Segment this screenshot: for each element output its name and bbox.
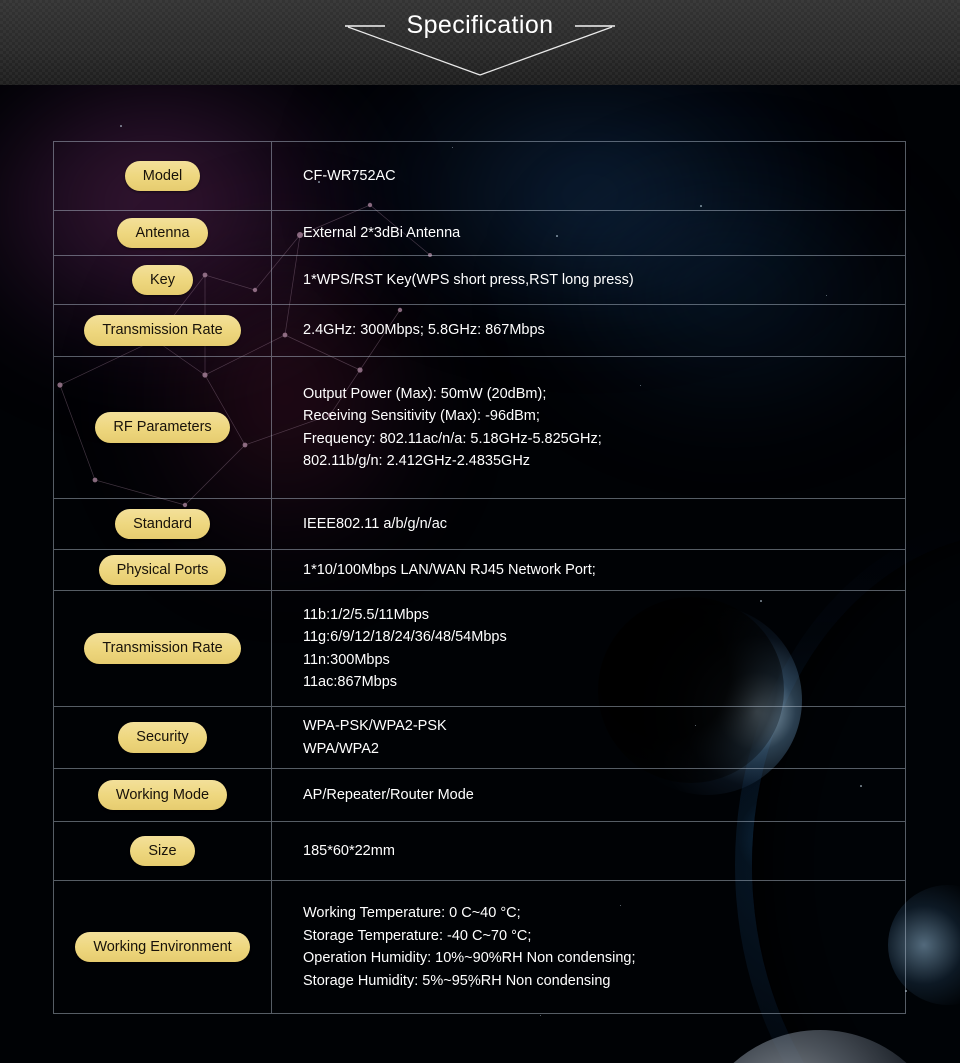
spec-label-cell: Working Mode bbox=[54, 769, 272, 821]
spec-label-pill: Model bbox=[124, 160, 201, 192]
spec-label-cell: RF Parameters bbox=[54, 357, 272, 498]
spec-label-cell: Transmission Rate bbox=[54, 305, 272, 356]
spec-label-cell: Standard bbox=[54, 499, 272, 549]
spec-value-cell: External 2*3dBi Antenna bbox=[303, 224, 461, 241]
table-row: Model CF-WR752AC bbox=[54, 142, 905, 211]
page-title: Specification bbox=[406, 11, 554, 39]
spec-label-pill: Working Environment bbox=[75, 931, 250, 963]
table-row: RF Parameters Output Power (Max): 50mW (… bbox=[54, 357, 905, 499]
spec-label-cell: Antenna bbox=[54, 211, 272, 255]
spec-label-cell: Transmission Rate bbox=[54, 591, 272, 706]
spec-label-pill: RF Parameters bbox=[95, 412, 230, 443]
spec-label-pill: Working Mode bbox=[97, 779, 228, 811]
spec-label-pill: Security bbox=[118, 722, 207, 753]
spec-value-cell: 185*60*22mm bbox=[303, 842, 395, 859]
spec-label-cell: Security bbox=[54, 707, 272, 768]
spec-value-cell: 1*10/100Mbps LAN/WAN RJ45 Network Port; bbox=[303, 561, 596, 578]
spec-label-cell: Model bbox=[54, 142, 272, 210]
specification-page: Specification Model CF-WR752AC Antenna E… bbox=[0, 0, 960, 1063]
header-band: Specification bbox=[0, 0, 960, 85]
spec-label-pill: Transmission Rate bbox=[84, 633, 241, 664]
spec-value-cell: IEEE802.11 a/b/g/n/ac bbox=[303, 515, 448, 532]
table-row: Key 1*WPS/RST Key(WPS short press,RST lo… bbox=[54, 256, 905, 305]
spec-value-cell: WPA-PSK/WPA2-PSK WPA/WPA2 bbox=[303, 718, 447, 757]
spec-label-pill: Antenna bbox=[117, 217, 208, 249]
specification-table: Model CF-WR752AC Antenna External 2*3dBi… bbox=[53, 141, 906, 1014]
table-row: Working Environment Working Temperature:… bbox=[54, 881, 905, 1014]
spec-value-cell: 11b:1/2/5.5/11Mbps 11g:6/9/12/18/24/36/4… bbox=[303, 606, 507, 691]
spec-label-pill: Key bbox=[132, 264, 193, 296]
spec-label-pill: Transmission Rate bbox=[84, 315, 241, 346]
spec-value-cell: AP/Repeater/Router Mode bbox=[303, 786, 474, 803]
spec-value-cell: Output Power (Max): 50mW (20dBm); Receiv… bbox=[303, 385, 602, 470]
table-row: Security WPA-PSK/WPA2-PSK WPA/WPA2 bbox=[54, 707, 905, 769]
spec-value-cell: 2.4GHz: 300Mbps; 5.8GHz: 867Mbps bbox=[303, 322, 545, 339]
table-row: Transmission Rate 2.4GHz: 300Mbps; 5.8GH… bbox=[54, 305, 905, 357]
spec-label-pill: Size bbox=[130, 835, 195, 867]
spec-value-cell: 1*WPS/RST Key(WPS short press,RST long p… bbox=[303, 271, 634, 288]
spec-value-cell: Working Temperature: 0 C~40 °C; Storage … bbox=[303, 905, 636, 989]
spec-label-pill: Physical Ports bbox=[98, 554, 227, 586]
spec-label-cell: Size bbox=[54, 822, 272, 880]
spec-label-cell: Key bbox=[54, 256, 272, 304]
table-row: Size 185*60*22mm bbox=[54, 822, 905, 881]
table-row: Working Mode AP/Repeater/Router Mode bbox=[54, 769, 905, 822]
spec-label-cell: Physical Ports bbox=[54, 550, 272, 590]
table-row: Physical Ports 1*10/100Mbps LAN/WAN RJ45… bbox=[54, 550, 905, 591]
table-row: Standard IEEE802.11 a/b/g/n/ac bbox=[54, 499, 905, 550]
spec-value-cell: CF-WR752AC bbox=[303, 167, 396, 184]
table-row: Antenna External 2*3dBi Antenna bbox=[54, 211, 905, 256]
spec-label-pill: Standard bbox=[115, 508, 210, 540]
spec-label-cell: Working Environment bbox=[54, 881, 272, 1013]
table-row: Transmission Rate 11b:1/2/5.5/11Mbps 11g… bbox=[54, 591, 905, 707]
